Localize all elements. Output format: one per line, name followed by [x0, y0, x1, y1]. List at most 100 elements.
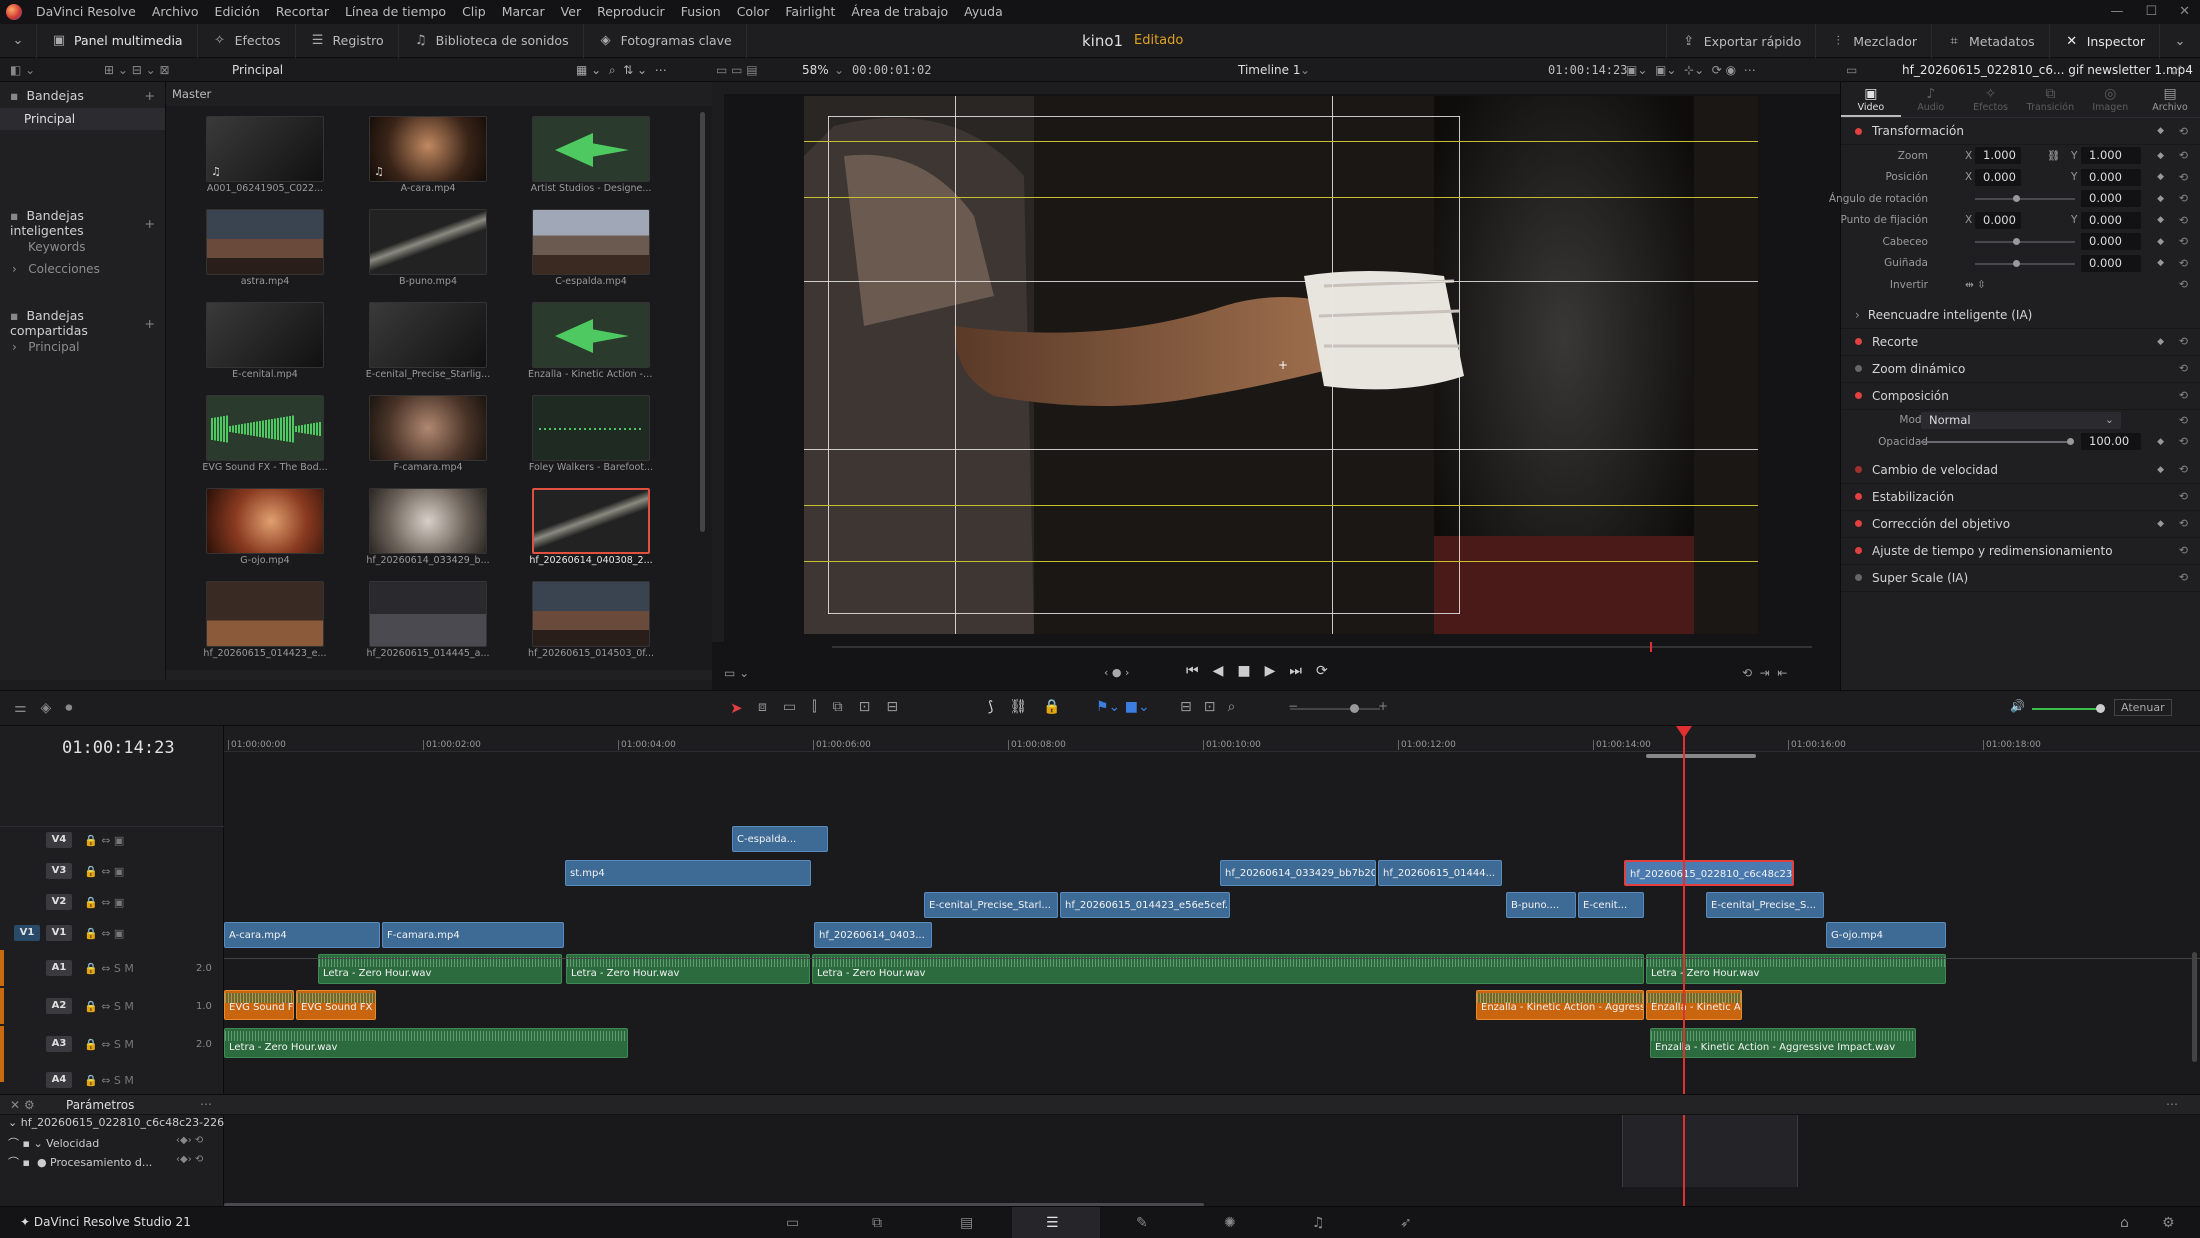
- inspector-button[interactable]: ✕ Inspector: [2050, 24, 2160, 58]
- enable-dot-icon[interactable]: [1855, 466, 1862, 473]
- video-clip[interactable]: F-camara.mp4: [382, 922, 564, 948]
- keyframe-icon[interactable]: ◆: [2157, 437, 2164, 447]
- reset-icon[interactable]: ⟲: [2179, 389, 2188, 402]
- expand-icon[interactable]: ⤢: [2172, 63, 2182, 78]
- video-clip[interactable]: E-cenital_Precise_S...: [1706, 892, 1824, 918]
- param-processing-row[interactable]: ⌒ ▪ ● Procesamiento d...: [8, 1154, 152, 1170]
- params-icons[interactable]: ✕ ⚙: [10, 1098, 35, 1112]
- keyframe-icon[interactable]: ◆: [2157, 126, 2164, 136]
- reset-icon[interactable]: ⟲: [2179, 414, 2188, 427]
- enable-dot-icon[interactable]: [1855, 127, 1862, 135]
- media-clip[interactable]: ♫ A-cara.mp4: [369, 116, 487, 194]
- index-button[interactable]: ☰ Registro: [296, 23, 399, 58]
- bin-item-principal[interactable]: Principal: [0, 108, 165, 130]
- metadata-button[interactable]: ⌗ Metadatos: [1932, 24, 2050, 58]
- media-clip[interactable]: hf_20260615_014423_e...: [203, 581, 327, 659]
- reset-icon[interactable]: ⟲: [2179, 257, 2188, 270]
- toolbar-expand[interactable]: ⌄: [2160, 24, 2200, 58]
- menu-edicion[interactable]: Edición: [207, 0, 268, 24]
- reset-icon[interactable]: ⟲: [2179, 171, 2188, 184]
- zoom-x-field[interactable]: 1.000: [1975, 147, 2021, 165]
- media-clip[interactable]: hf_20260614_033429_b...: [366, 488, 490, 566]
- menu-marcar[interactable]: Marcar: [494, 0, 553, 24]
- add-shared-bin-icon[interactable]: +: [145, 316, 155, 331]
- viewer-mode-icon[interactable]: ▭ ⌄: [724, 666, 749, 680]
- menu-area-trabajo[interactable]: Área de trabajo: [843, 0, 956, 24]
- enable-dot-icon[interactable]: [1855, 392, 1862, 399]
- tab-effects[interactable]: ✧ Efectos: [1961, 82, 2021, 117]
- reset-icon[interactable]: ⟲: [2179, 278, 2188, 291]
- video-clip[interactable]: hf_20260614_033429_bb7b206f...: [1220, 860, 1376, 886]
- shared-bin-principal[interactable]: › Principal: [0, 336, 165, 358]
- page-fusion-icon[interactable]: ✎: [1136, 1215, 1148, 1231]
- opacity-field[interactable]: 100.00: [2081, 433, 2141, 451]
- video-clip[interactable]: st.mp4: [565, 860, 811, 886]
- zoom-y-field[interactable]: 1.000: [2081, 147, 2141, 165]
- section-stabilization[interactable]: Estabilización ⟲: [1841, 484, 2200, 511]
- toolbar-toggle[interactable]: ⌄: [0, 23, 37, 58]
- track-controls-icons[interactable]: 🔒 ⇔ S M: [84, 1038, 134, 1051]
- media-clip[interactable]: hf_20260615_014503_0f...: [528, 581, 654, 659]
- menu-app[interactable]: DaVinci Resolve: [28, 0, 144, 24]
- enable-dot-icon[interactable]: [1855, 547, 1862, 554]
- track-controls-icons[interactable]: 🔒 ⇔ S M: [84, 1000, 134, 1013]
- menu-ayuda[interactable]: Ayuda: [956, 0, 1011, 24]
- video-clip[interactable]: hf_20260615_01444...: [1378, 860, 1502, 886]
- tab-video[interactable]: ▣ Video: [1841, 82, 1901, 117]
- rotation-field[interactable]: 0.000: [2081, 190, 2141, 208]
- track-controls-icons[interactable]: 🔒 ⇔ S M: [84, 962, 134, 975]
- effects-button[interactable]: ✧ Efectos: [198, 23, 296, 58]
- add-bin-icon[interactable]: +: [145, 88, 155, 103]
- track-name[interactable]: V1: [46, 925, 72, 941]
- viewer-layout-icons[interactable]: ▭ ▭ ▤: [716, 63, 758, 77]
- reset-icon[interactable]: ⟲: [2179, 214, 2188, 227]
- playback-buttons[interactable]: ⏮◀■▶⏭⟳: [1186, 663, 1342, 679]
- rotation-knob[interactable]: [2013, 195, 2020, 202]
- menu-ver[interactable]: Ver: [553, 0, 589, 24]
- media-pool-button[interactable]: ▣ Panel multimedia: [37, 23, 198, 58]
- reset-icon[interactable]: ⟲: [2179, 125, 2188, 138]
- track-name[interactable]: A4: [46, 1072, 72, 1088]
- keyframe-icon[interactable]: ◆: [2157, 237, 2164, 247]
- reset-icon[interactable]: ⟲: [2179, 517, 2188, 530]
- track-name[interactable]: A1: [46, 960, 72, 976]
- chevron-down-icon[interactable]: ▪: [10, 88, 18, 103]
- page-color-icon[interactable]: ✺: [1224, 1215, 1236, 1231]
- view-options-icon[interactable]: ⊞ ⌄ ⊟ ⌄ ⊠: [104, 63, 170, 77]
- keyframe-nav-icons[interactable]: ‹◆› ⟲: [176, 1135, 203, 1146]
- position-x-field[interactable]: 0.000: [1975, 168, 2021, 186]
- reset-icon[interactable]: ⟲: [2179, 192, 2188, 205]
- keyframe-icon[interactable]: ◆: [2157, 465, 2164, 475]
- tab-audio[interactable]: ♪ Audio: [1901, 82, 1961, 117]
- section-super-scale[interactable]: Super Scale (IA) ⟲: [1841, 565, 2200, 592]
- edit-tools-icons[interactable]: ⧈▭⫿⧉⊡⊟: [758, 699, 914, 715]
- track-controls-icons[interactable]: 🔒 ⇔ ▣: [84, 927, 124, 940]
- pitch-slider[interactable]: [1975, 241, 2075, 243]
- media-clip[interactable]: EVG Sound FX - The Bod...: [202, 395, 328, 473]
- more-icon[interactable]: ⋯: [200, 1097, 212, 1111]
- keyframe-icon[interactable]: ◆: [2157, 519, 2164, 529]
- audio-clip[interactable]: Enzalla - Kinetic Action - Aggressive Im…: [1650, 1028, 1916, 1058]
- anchor-y-field[interactable]: 0.000: [2081, 211, 2141, 229]
- track-controls-icons[interactable]: 🔒 ⇔ S M: [84, 1074, 134, 1087]
- audio-clip[interactable]: EVG Sound F...: [224, 990, 294, 1020]
- speaker-icon[interactable]: 🔊: [2010, 699, 2025, 713]
- opacity-knob[interactable]: [2067, 438, 2074, 445]
- yaw-field[interactable]: 0.000: [2081, 254, 2141, 272]
- video-clip[interactable]: B-puno....: [1506, 892, 1576, 918]
- jog-control[interactable]: ‹ ● ›: [1104, 666, 1129, 679]
- track-name[interactable]: V3: [46, 863, 72, 879]
- tab-image[interactable]: ◎ Imagen: [2080, 82, 2140, 117]
- timeline-playhead[interactable]: [1683, 726, 1685, 1094]
- keyframes-button[interactable]: ◈ Fotogramas clave: [584, 23, 747, 58]
- opacity-slider[interactable]: [1921, 441, 2071, 443]
- reset-icon[interactable]: ⟲: [2179, 544, 2188, 557]
- menu-reproducir[interactable]: Reproducir: [589, 0, 673, 24]
- keyframe-icon[interactable]: ◆: [2157, 194, 2164, 204]
- media-clip[interactable]: Artist Studios - Designe...: [531, 116, 651, 194]
- page-media-icon[interactable]: ▭: [786, 1215, 799, 1231]
- zoom-out-icon[interactable]: −: [1288, 699, 1298, 713]
- section-speed-change[interactable]: Cambio de velocidad ◆ ⟲: [1841, 457, 2200, 484]
- maximize-icon[interactable]: ☐: [2145, 4, 2157, 19]
- link-icon[interactable]: ⛓: [2047, 149, 2060, 162]
